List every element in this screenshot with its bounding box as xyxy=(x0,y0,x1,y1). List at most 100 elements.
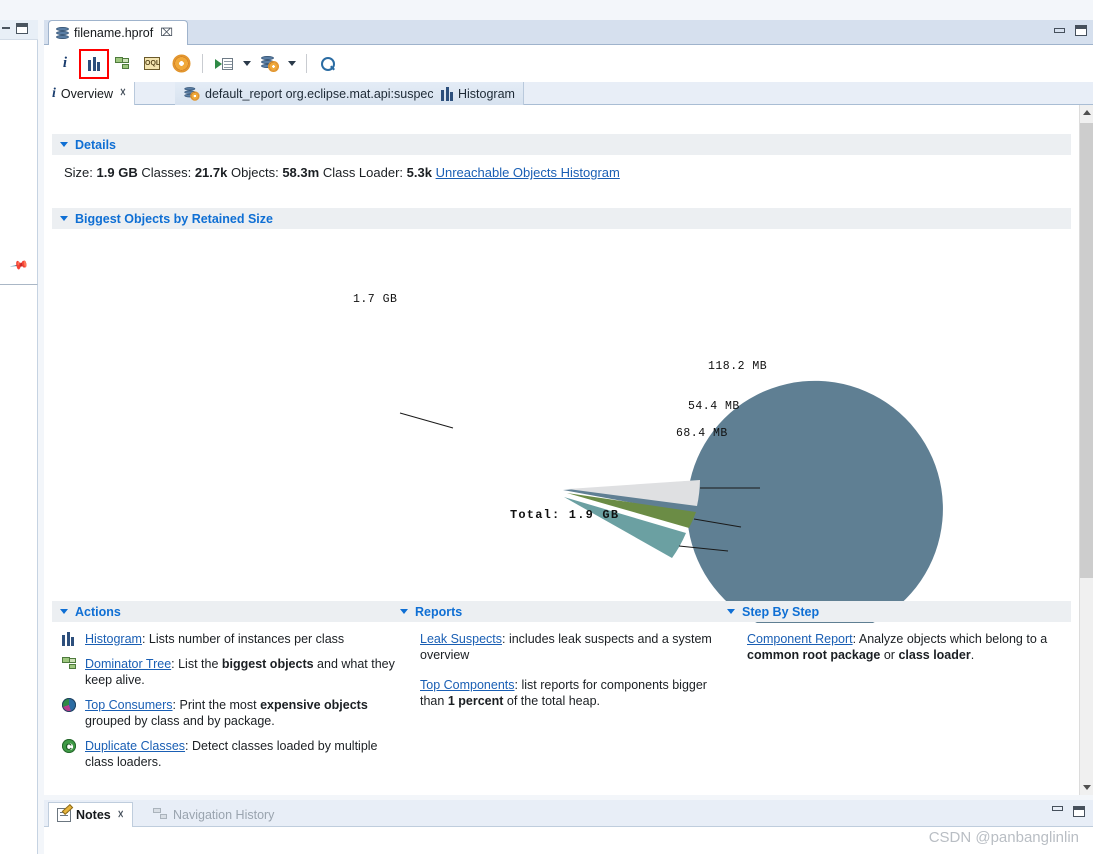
scroll-up-arrow[interactable] xyxy=(1080,105,1093,120)
action-item-dominator-tree[interactable]: Dominator Tree: List the biggest objects… xyxy=(62,656,401,688)
dominator-tree-icon xyxy=(62,656,79,688)
view-tabbar: i Overview ☓ default_report org.eclipse.… xyxy=(44,82,1093,105)
close-icon[interactable]: ☓ xyxy=(118,88,126,99)
tab-default-report[interactable]: default_report org.eclipse.mat.api:suspe… xyxy=(175,82,453,105)
class-loader-label: Class Loader: xyxy=(322,165,404,180)
oql-button[interactable]: OQL xyxy=(139,51,165,77)
editor-tab-label: filename.hprof xyxy=(74,26,154,40)
action-item-duplicate-classes[interactable]: Duplicate Classes: Detect classes loaded… xyxy=(62,738,401,770)
pie-label-gray: 118.2 MB xyxy=(708,360,768,373)
minimize-icon[interactable] xyxy=(1052,806,1063,811)
callout-line-main xyxy=(399,412,454,429)
close-icon[interactable]: ⌧ xyxy=(158,27,173,39)
component-report-desc1: : Analyze objects which belong to a xyxy=(852,632,1048,646)
query-browser-button[interactable] xyxy=(256,51,282,77)
action-item-histogram[interactable]: Histogram: Lists number of instances per… xyxy=(62,631,401,647)
rail-minimize-icon[interactable] xyxy=(2,27,10,29)
actions-list: Histogram: Lists number of instances per… xyxy=(52,622,407,779)
scrollbar-thumb[interactable] xyxy=(1080,123,1093,578)
pie-label-main: 1.7 GB xyxy=(353,293,398,306)
histogram-icon xyxy=(62,631,79,647)
editor-area: filename.hprof ⌧ i OQL i Overview ☓ defa… xyxy=(44,20,1093,795)
section-reports-label: Reports xyxy=(415,604,463,619)
top-consumers-desc2: grouped by class and by package. xyxy=(85,714,275,728)
section-header-step-by-step[interactable]: Step By Step xyxy=(719,601,1071,622)
section-header-actions[interactable]: Actions xyxy=(52,601,407,622)
pie-label-teal: 68.4 MB xyxy=(676,427,728,440)
histogram-icon xyxy=(441,86,453,101)
chevron-down-icon xyxy=(60,142,68,147)
section-header-reports[interactable]: Reports xyxy=(392,601,732,622)
tab-notes[interactable]: Notes ☓ xyxy=(48,802,133,827)
tab-histogram[interactable]: Histogram xyxy=(433,82,524,105)
objects-label: Objects: xyxy=(231,165,279,180)
watermark: CSDN @panbanglinlin xyxy=(928,829,1079,846)
section-actions-label: Actions xyxy=(75,604,121,619)
run-report-dropdown-arrow[interactable] xyxy=(240,51,253,77)
classes-value: 21.7k xyxy=(194,165,228,180)
pin-icon[interactable]: 📌 xyxy=(9,255,29,275)
content-vertical-scrollbar[interactable] xyxy=(1079,105,1093,795)
tab-default-report-label: default_report org.eclipse.mat.api:suspe… xyxy=(205,86,444,101)
maximize-icon[interactable] xyxy=(1073,806,1085,817)
component-report-desc2: . xyxy=(970,648,975,662)
run-report-icon xyxy=(215,57,233,71)
bottom-tabbar: Notes ☓ Navigation History xyxy=(44,800,1093,827)
report-item-leak-suspects[interactable]: Leak Suspects: includes leak suspects an… xyxy=(420,631,724,663)
duplicate-classes-icon xyxy=(62,738,79,770)
component-report-bold1: common root package xyxy=(747,648,881,662)
component-report-text: Component Report: Analyze objects which … xyxy=(747,631,1065,663)
top-consumers-bold: expensive objects xyxy=(260,698,368,712)
histogram-link[interactable]: Histogram xyxy=(85,632,142,646)
find-button[interactable] xyxy=(315,51,341,77)
tab-navigation-history-label: Navigation History xyxy=(173,807,275,822)
chevron-down-icon xyxy=(60,216,68,221)
objects-value: 58.3m xyxy=(282,165,320,180)
unreachable-objects-histogram-link[interactable]: Unreachable Objects Histogram xyxy=(436,165,620,180)
dominator-tree-desc1: : List the xyxy=(171,657,222,671)
action-item-top-consumers[interactable]: Top Consumers: Print the most expensive … xyxy=(62,697,401,729)
top-consumers-icon xyxy=(62,697,79,729)
tab-navigation-history[interactable]: Navigation History xyxy=(145,802,282,827)
dominator-tree-link[interactable]: Dominator Tree xyxy=(85,657,171,671)
pie-label-olive: 54.4 MB xyxy=(688,400,740,413)
histogram-button[interactable] xyxy=(79,48,109,79)
action-dominator-tree-text: Dominator Tree: List the biggest objects… xyxy=(85,656,401,688)
settings-button[interactable] xyxy=(168,51,194,77)
duplicate-classes-link[interactable]: Duplicate Classes xyxy=(85,739,185,753)
rail-restore-icon[interactable] xyxy=(16,23,28,34)
component-report-bold2: class loader xyxy=(898,648,971,662)
editor-tab-heapdump[interactable]: filename.hprof ⌧ xyxy=(48,20,188,45)
top-consumers-link[interactable]: Top Consumers xyxy=(85,698,173,712)
mat-toolbar: i OQL xyxy=(44,45,1093,82)
minimize-icon[interactable] xyxy=(1054,28,1065,33)
editor-tabbar: filename.hprof ⌧ xyxy=(44,20,1093,45)
component-report-mid: or xyxy=(880,648,899,662)
scroll-down-arrow[interactable] xyxy=(1080,780,1093,795)
navigation-history-icon xyxy=(153,808,168,821)
heap-gear-icon xyxy=(260,56,278,71)
maximize-icon[interactable] xyxy=(1075,25,1087,36)
close-icon[interactable]: ☓ xyxy=(116,809,124,821)
overview-content: Details Size: 1.9 GB Classes: 21.7k Obje… xyxy=(44,105,1079,795)
pie-total-label: Total: 1.9 GB xyxy=(510,508,620,522)
component-report-link[interactable]: Component Report xyxy=(747,632,853,646)
report-leak-suspects-text: Leak Suspects: includes leak suspects an… xyxy=(420,631,724,663)
top-components-link[interactable]: Top Components xyxy=(420,678,515,692)
left-rail-lower xyxy=(0,285,38,854)
size-label: Size: xyxy=(64,165,93,180)
report-item-top-components[interactable]: Top Components: list reports for compone… xyxy=(420,677,724,709)
leak-suspects-link[interactable]: Leak Suspects xyxy=(420,632,502,646)
tab-overview[interactable]: i Overview ☓ xyxy=(44,82,135,105)
overview-info-button[interactable]: i xyxy=(52,51,78,77)
search-icon xyxy=(320,56,336,72)
dominator-tree-button[interactable] xyxy=(110,51,136,77)
query-browser-dropdown-arrow[interactable] xyxy=(285,51,298,77)
bottom-view-area: Notes ☓ Navigation History CSDN @panbang… xyxy=(44,800,1093,854)
step-by-step-list: Component Report: Analyze objects which … xyxy=(719,622,1071,672)
run-expert-system-button[interactable] xyxy=(211,51,237,77)
step-item-component-report[interactable]: Component Report: Analyze objects which … xyxy=(747,631,1065,663)
bottom-window-buttons xyxy=(1052,806,1085,817)
toolbar-separator-2 xyxy=(306,54,307,73)
section-header-details[interactable]: Details xyxy=(52,134,1071,155)
